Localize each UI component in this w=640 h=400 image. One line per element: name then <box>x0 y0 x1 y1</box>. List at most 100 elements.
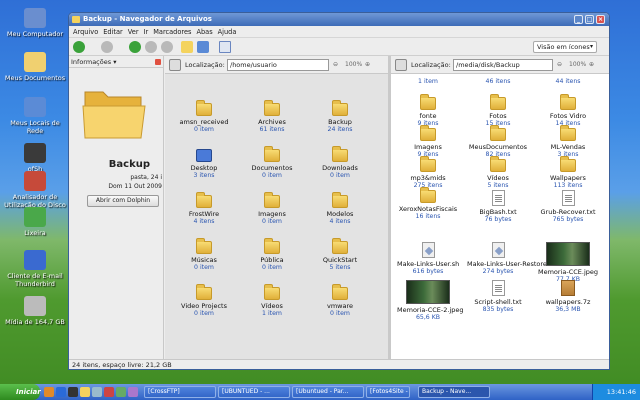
menu-item-ir[interactable]: Ir <box>144 28 149 36</box>
item-meta: 835 bytes <box>482 306 514 313</box>
search-icon[interactable] <box>219 41 231 53</box>
desktop-icon-6[interactable]: Lixeira <box>2 207 68 237</box>
item-name: Desktop <box>190 164 218 172</box>
sidebar-header[interactable]: Informações ▾ <box>69 56 163 68</box>
desktop-icon-2[interactable]: Meus Documentos <box>2 52 68 82</box>
desktop-icon-3[interactable]: Meus Locais de Rede <box>2 97 68 135</box>
pane1-item[interactable]: Pública 0 item <box>241 238 303 272</box>
pane2-item[interactable]: fonte 9 itens <box>397 94 459 128</box>
pane1-item[interactable]: Backup 24 itens <box>309 100 371 134</box>
pane2-item[interactable]: Grub-Recover.txt 765 bytes <box>537 190 599 224</box>
zoom-out-icon[interactable]: ⊖ <box>333 61 338 68</box>
pane1-item[interactable]: Modelos 4 itens <box>309 192 371 226</box>
computer-icon[interactable] <box>197 41 209 53</box>
pane1-item[interactable]: Imagens 0 item <box>241 192 303 226</box>
desktop-icon-4[interactable]: ofSh <box>2 143 68 173</box>
pane1-item[interactable]: FrostWire 4 itens <box>173 192 235 226</box>
taskbar-task[interactable]: Backup - Nave... <box>418 386 490 398</box>
folder-icon <box>196 284 212 300</box>
sidebar-header-label: Informações <box>71 58 112 66</box>
folder-icon[interactable] <box>80 387 90 397</box>
pane2-item[interactable]: Memoria-CCE-2.jpeg 65,6 KB <box>397 280 464 322</box>
location-input[interactable]: /media/disk/Backup <box>453 59 553 71</box>
location-toggle-icon[interactable] <box>395 59 407 71</box>
zoom-in-icon[interactable]: ⊕ <box>365 61 370 68</box>
pane2-item[interactable]: Memoria-CCE.jpeg77,7 KB <box>537 242 599 284</box>
desktop-icon-5[interactable]: Analisador de Utilização do Disco <box>2 171 68 209</box>
menu-item-ver[interactable]: Ver <box>128 28 139 36</box>
pane1-item[interactable]: QuickStart 5 itens <box>309 238 371 272</box>
forward-icon[interactable] <box>101 41 113 53</box>
zoom-out-icon[interactable]: ⊖ <box>557 61 562 68</box>
taskbar-task[interactable]: [Ubuntued - Par... <box>292 386 364 398</box>
folder-icon <box>332 146 348 162</box>
location-toggle-icon[interactable] <box>169 59 181 71</box>
pane2-item[interactable]: Imagens 9 itens <box>397 125 459 159</box>
item-name: Make-Links-User-Restore.sh <box>467 260 557 268</box>
thunderbird-icon[interactable] <box>56 387 66 397</box>
zoom-level: 100% <box>569 61 587 68</box>
home-icon[interactable] <box>181 41 193 53</box>
firefox-icon[interactable] <box>44 387 54 397</box>
menu-item-marcadores[interactable]: Marcadores <box>153 28 191 36</box>
terminal-icon[interactable] <box>68 387 78 397</box>
taskbar-task[interactable]: [UBUNTUED - ... <box>218 386 290 398</box>
pane2-item[interactable]: BigBash.txt 76 bytes <box>467 190 529 224</box>
pane2-item[interactable]: XeroxNotasFiscais 16 itens <box>397 187 459 221</box>
start-button[interactable]: Iniciar <box>0 384 41 400</box>
desktop-icon-1[interactable]: Meu Computador <box>2 8 68 38</box>
desktop-icon-8[interactable]: Mídia de 164,7 GB <box>2 296 68 326</box>
pane2-item[interactable]: Fotos Vidro 14 itens <box>537 94 599 128</box>
maximize-button[interactable]: □ <box>585 15 594 24</box>
minimize-button[interactable]: _ <box>574 15 583 24</box>
stop-icon[interactable] <box>145 41 157 53</box>
back-icon[interactable] <box>73 41 85 53</box>
menu-item-ajuda[interactable]: Ajuda <box>218 28 237 36</box>
app-icon[interactable] <box>116 387 126 397</box>
close-button[interactable]: × <box>596 15 605 24</box>
pane2-item[interactable]: Fotos 15 itens <box>467 94 529 128</box>
app-icon[interactable] <box>128 387 138 397</box>
pane2-item[interactable]: mp3&mids 275 itens <box>397 156 459 190</box>
pane2-item[interactable]: Wallpapers 113 itens <box>537 156 599 190</box>
reload-icon[interactable] <box>161 41 173 53</box>
pane2-item[interactable]: 46 itens <box>467 78 529 86</box>
pane1-item[interactable]: Vídeos 1 item <box>241 284 303 318</box>
app-icon[interactable] <box>104 387 114 397</box>
open-with-dolphin-button[interactable]: Abrir com Dolphin <box>87 195 159 207</box>
location-input[interactable]: /home/usuario <box>227 59 329 71</box>
folder-icon <box>264 284 280 300</box>
title-bar[interactable]: Backup - Navegador de Arquivos _ □ × <box>69 13 609 26</box>
desktop-icon-7[interactable]: Cliente de E-mail Thunderbird <box>2 250 68 288</box>
pane2-item[interactable]: wallpapers.7z 36,3 MB <box>537 280 599 314</box>
pane1-item[interactable]: vmware 0 item <box>309 284 371 318</box>
pane2-item[interactable]: Make-Links-User.sh 616 bytes <box>397 242 459 276</box>
pane1-item[interactable]: amsn_received 0 item <box>173 100 235 134</box>
view-mode-label: Visão em ícones <box>537 43 590 51</box>
desktop-icon[interactable] <box>92 387 102 397</box>
item-meta: 3 itens <box>193 172 215 179</box>
menu-item-abas[interactable]: Abas <box>196 28 212 36</box>
close-icon[interactable] <box>155 59 161 65</box>
zoom-in-icon[interactable]: ⊕ <box>589 61 594 68</box>
menu-item-arquivo[interactable]: Arquivo <box>73 28 98 36</box>
pane1-item[interactable]: Documentos 0 item <box>241 146 303 180</box>
pane1-item[interactable]: Archives 61 itens <box>241 100 303 134</box>
pane2-item[interactable]: Vídeos 5 itens <box>467 156 529 190</box>
taskbar-task[interactable]: [Fotos4Site - N... <box>366 386 410 398</box>
menu-item-editar[interactable]: Editar <box>103 28 123 36</box>
taskbar-task[interactable]: [CrossFTP] <box>144 386 216 398</box>
view-mode-select[interactable]: Visão em ícones ▾ <box>533 41 597 53</box>
pane2-item[interactable]: Script-shell.txt 835 bytes <box>467 280 529 314</box>
up-icon[interactable] <box>129 41 141 53</box>
pane2-item[interactable]: 1 item <box>397 78 459 86</box>
pane2-item[interactable]: Make-Links-User-Restore.sh 274 bytes <box>467 242 557 276</box>
pane2-item[interactable]: MeusDocumentos 82 itens <box>467 125 529 159</box>
pane1-item[interactable]: Desktop 3 itens <box>173 149 235 180</box>
pane1-item[interactable]: Downloads 0 item <box>309 146 371 180</box>
pane2-item[interactable]: 44 itens <box>537 78 599 86</box>
pane1-item[interactable]: Video Projects 0 item <box>173 284 235 318</box>
selected-name: Backup <box>108 159 150 170</box>
pane1-item[interactable]: Músicas 0 item <box>173 238 235 272</box>
pane2-item[interactable]: ML-Vendas 3 itens <box>537 125 599 159</box>
